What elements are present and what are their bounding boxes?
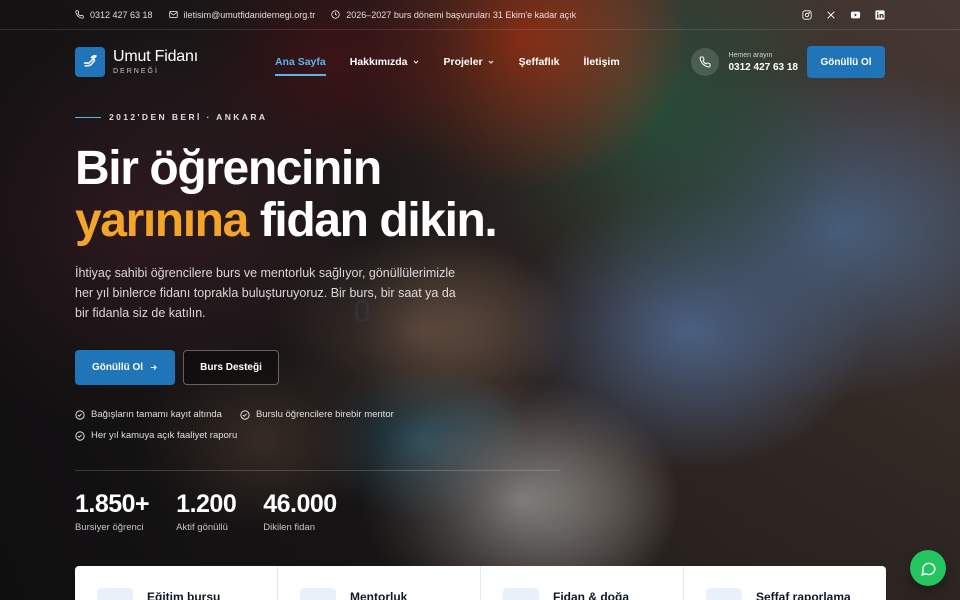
linkedin-icon[interactable] (875, 9, 885, 20)
feature-card-scholarship[interactable]: Eğitim bursu (75, 566, 278, 600)
stat-label: Bursiyer öğrenci (75, 522, 144, 533)
stat-value: 46.000 (263, 490, 337, 518)
social-links (802, 9, 885, 20)
chat-bubble-icon (920, 562, 936, 576)
x-icon[interactable] (826, 10, 836, 20)
clock-icon (331, 10, 340, 19)
nav-item-transparency[interactable]: Şeffaflık (519, 52, 560, 72)
hero-title: Bir öğrencinin yarınına fidan dikin. (75, 143, 575, 247)
chevron-down-icon (413, 60, 418, 64)
hero-checklist: Bağışların tamamı kayıt altında Burslu ö… (75, 409, 475, 441)
instagram-icon[interactable] (802, 9, 812, 20)
logo-mark-icon (75, 47, 105, 77)
feature-card-reporting[interactable]: Şeffaf raporlama (684, 566, 886, 600)
header-volunteer-button[interactable]: Gönüllü Ol (807, 46, 885, 78)
topbar-announcement-text: 2026–2027 burs dönemi başvuruları 31 Eki… (346, 9, 577, 20)
check-item: Her yıl kamuya açık faaliyet raporu (75, 430, 237, 441)
hero-title-rest: fidan dikin. (247, 194, 498, 247)
check-circle-icon (240, 409, 250, 420)
chevron-down-icon (488, 60, 493, 64)
call-number: 0312 427 63 18 (728, 61, 798, 73)
check-item: Bağışların tamamı kayıt altında (75, 409, 222, 420)
sapling-icon (503, 588, 539, 600)
hero-title-accent: yarınına (75, 194, 249, 247)
check-circle-icon (75, 409, 85, 420)
stat-saplings: 46.000 Dikilen fidan (263, 489, 337, 533)
top-bar: 0312 427 63 18 iletisim@umutfidaniderneg… (0, 0, 960, 30)
hero-volunteer-button[interactable]: Gönüllü Ol (75, 350, 175, 385)
hero-title-line1: Bir öğrencinin (75, 142, 382, 195)
phone-icon (75, 10, 84, 19)
nav-item-projects[interactable]: Projeler (444, 52, 495, 72)
call-label: Hemen arayın (728, 51, 773, 59)
nav-item-home[interactable]: Ana Sayfa (274, 52, 326, 76)
topbar-email[interactable]: iletisim@umutfidanidernegi.org.tr (168, 9, 316, 20)
stats-divider (75, 470, 560, 471)
stat-value: 1.200 (176, 490, 237, 518)
main-nav: Ana Sayfa Hakkımızda Projeler Şeffaflık … (274, 52, 620, 76)
graduation-cap-icon (97, 588, 133, 600)
stat-volunteers: 1.200 Aktif gönüllü (176, 489, 237, 533)
hero-buttons: Gönüllü Ol Burs Desteği (75, 350, 575, 385)
phone-icon (691, 48, 720, 76)
feature-card-nature[interactable]: Fidan & doğa (481, 566, 684, 600)
topbar-phone-text: 0312 427 63 18 (90, 9, 153, 20)
report-icon (706, 588, 742, 600)
hero-lead: İhtiyaç sahibi öğrencilere burs ve mento… (75, 266, 456, 320)
topbar-email-text: iletisim@umutfidanidernegi.org.tr (183, 9, 316, 20)
eyebrow-line (75, 116, 101, 118)
stat-label: Aktif gönüllü (176, 522, 228, 533)
stats-row: 1.850+ Bursiyer öğrenci 1.200 Aktif gönü… (75, 489, 337, 533)
site-header: Umut Fidanı DERNEĞİ Ana Sayfa Hakkımızda… (0, 30, 960, 94)
arrow-right-icon (150, 364, 157, 371)
youtube-icon[interactable] (850, 10, 861, 20)
stat-value: 1.850+ (75, 490, 150, 518)
users-icon (300, 588, 336, 600)
feature-card-title: Fidan & doğa (553, 590, 629, 600)
hero-scholarship-button[interactable]: Burs Desteği (183, 350, 279, 385)
chat-button[interactable] (910, 550, 946, 586)
logo-name: Umut Fidanı (113, 48, 198, 65)
feature-card-title: Mentorluk (350, 590, 408, 600)
eyebrow-text: 2012'DEN BERİ · ANKARA (109, 112, 268, 122)
mail-icon (168, 11, 178, 18)
nav-item-about[interactable]: Hakkımızda (350, 52, 420, 72)
stat-label: Dikilen fidan (263, 522, 315, 533)
call-block[interactable]: Hemen arayın 0312 427 63 18 (691, 48, 798, 76)
feature-card-mentorship[interactable]: Mentorluk (278, 566, 481, 600)
hero-eyebrow: 2012'DEN BERİ · ANKARA (75, 112, 575, 122)
check-item: Burslu öğrencilere birebir mentor (240, 409, 394, 420)
stat-scholars: 1.850+ Bursiyer öğrenci (75, 489, 150, 533)
logo[interactable]: Umut Fidanı DERNEĞİ (75, 47, 198, 77)
check-circle-icon (75, 430, 85, 441)
topbar-phone[interactable]: 0312 427 63 18 (75, 10, 153, 20)
nav-item-contact[interactable]: İletişim (583, 52, 619, 72)
topbar-announcement: 2026–2027 burs dönemi başvuruları 31 Eki… (331, 10, 576, 20)
feature-card-title: Şeffaf raporlama (756, 590, 851, 600)
hero-content: 2012'DEN BERİ · ANKARA Bir öğrencinin ya… (75, 112, 575, 441)
feature-cards: Eğitim bursu Mentorluk Fidan & doğa Şeff… (75, 566, 886, 600)
logo-subtitle: DERNEĞİ (113, 68, 159, 75)
feature-card-title: Eğitim bursu (147, 590, 221, 600)
